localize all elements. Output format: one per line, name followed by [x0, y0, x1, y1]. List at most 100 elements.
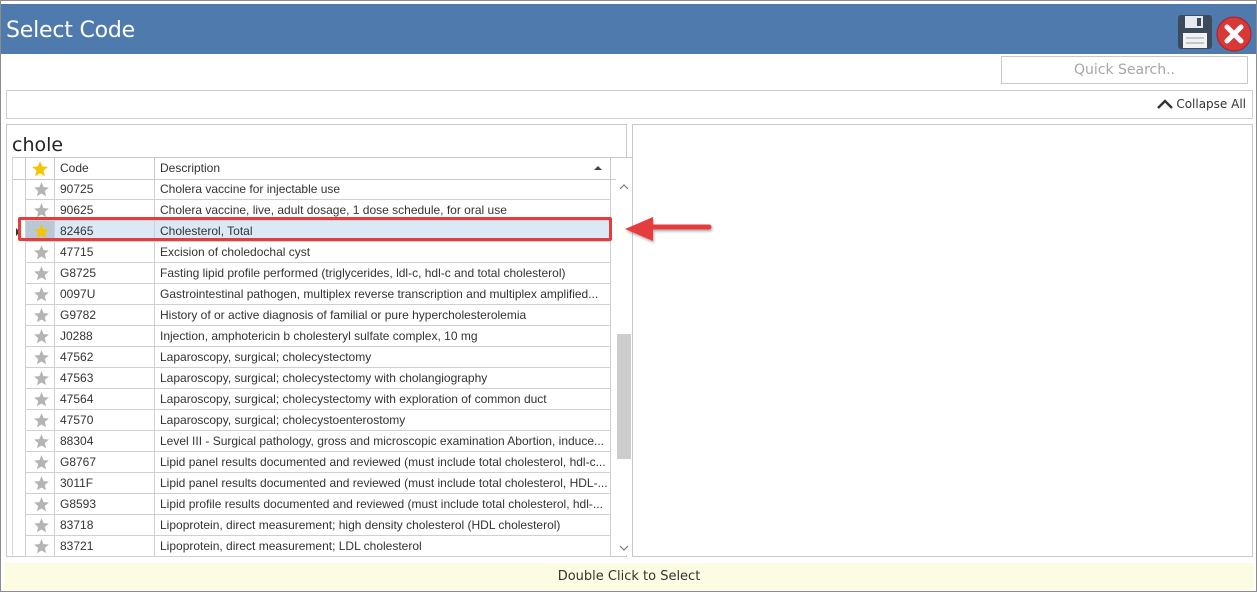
star-icon — [34, 329, 49, 344]
code-cell: G8593 — [55, 494, 155, 515]
sort-ascending-icon — [594, 166, 602, 170]
favorite-toggle[interactable] — [25, 473, 55, 494]
collapse-all-button[interactable]: Collapse All — [1156, 97, 1246, 111]
table-row[interactable]: 3011F Lipid panel results documented and … — [13, 473, 611, 494]
favorite-toggle[interactable] — [25, 221, 55, 242]
description-cell: Excision of choledochal cyst — [155, 242, 611, 263]
table-row[interactable]: 83721 Lipoprotein, direct measurement; LD… — [13, 536, 611, 557]
close-button[interactable] — [1216, 16, 1252, 52]
grid-header: Code Description — [13, 157, 633, 180]
favorite-toggle[interactable] — [25, 326, 55, 347]
favorite-toggle[interactable] — [25, 263, 55, 284]
description-cell: Lipoprotein, direct measurement; LDL cho… — [155, 536, 611, 557]
description-cell: Lipoprotein, direct measurement; high de… — [155, 515, 611, 536]
favorite-toggle[interactable] — [25, 410, 55, 431]
table-row[interactable]: 88304 Level III - Surgical pathology, gro… — [13, 431, 611, 452]
row-indicator — [13, 179, 25, 200]
row-indicator — [13, 263, 25, 284]
code-cell: 47570 — [55, 410, 155, 431]
description-column-header[interactable]: Description — [155, 158, 611, 179]
favorite-column-header[interactable] — [25, 158, 55, 179]
table-row[interactable]: 82465 Cholesterol, Total — [13, 221, 611, 242]
favorite-toggle[interactable] — [25, 536, 55, 557]
description-cell: Fasting lipid profile performed (triglyc… — [155, 263, 611, 284]
favorite-toggle[interactable] — [25, 179, 55, 200]
favorite-toggle[interactable] — [25, 242, 55, 263]
star-icon — [34, 203, 49, 218]
favorite-toggle[interactable] — [25, 347, 55, 368]
code-list-panel: chole Code Description 90725 Cholera vacc… — [6, 124, 633, 557]
favorite-toggle[interactable] — [25, 431, 55, 452]
star-icon — [34, 497, 49, 512]
row-indicator — [13, 242, 25, 263]
codes-grid: Code Description 90725 Cholera vaccine fo… — [12, 157, 633, 557]
star-icon — [34, 476, 49, 491]
star-icon — [34, 350, 49, 365]
scroll-down-arrow-icon[interactable] — [616, 541, 632, 555]
row-indicator — [13, 431, 25, 452]
description-cell: Gastrointestinal pathogen, multiplex rev… — [155, 284, 611, 305]
code-cell: 82465 — [55, 221, 155, 242]
red-x-close-icon — [1216, 16, 1252, 52]
window-title: Select Code — [6, 18, 135, 43]
code-cell: 3011F — [55, 473, 155, 494]
row-indicator — [13, 494, 25, 515]
star-icon — [34, 287, 49, 302]
code-cell: G8767 — [55, 452, 155, 473]
floppy-disk-icon — [1178, 15, 1212, 49]
table-row[interactable]: G8767 Lipid panel results documented and … — [13, 452, 611, 473]
table-row[interactable]: 47715 Excision of choledochal cyst — [13, 242, 611, 263]
table-row[interactable]: G9782 History of or active diagnosis of f… — [13, 305, 611, 326]
code-cell: J0288 — [55, 326, 155, 347]
code-cell: 90625 — [55, 200, 155, 221]
code-column-header[interactable]: Code — [55, 158, 155, 179]
favorite-toggle[interactable] — [25, 368, 55, 389]
table-row[interactable]: 47570 Laparoscopy, surgical; cholecystoen… — [13, 410, 611, 431]
filter-text[interactable]: chole — [12, 134, 63, 156]
table-row[interactable]: G8725 Fasting lipid profile performed (tr… — [13, 263, 611, 284]
description-cell: Lipid profile results documented and rev… — [155, 494, 611, 515]
row-indicator — [13, 368, 25, 389]
current-row-arrow-icon — [16, 228, 20, 236]
favorite-toggle[interactable] — [25, 389, 55, 410]
description-cell: Laparoscopy, surgical; cholecystectomy — [155, 347, 611, 368]
code-cell: 47564 — [55, 389, 155, 410]
save-button[interactable] — [1177, 14, 1213, 50]
table-row[interactable]: 90725 Cholera vaccine for injectable use — [13, 179, 611, 200]
star-icon — [34, 245, 49, 260]
row-indicator — [13, 326, 25, 347]
table-row[interactable]: 90625 Cholera vaccine, live, adult dosage… — [13, 200, 611, 221]
description-cell: Laparoscopy, surgical; cholecystectomy w… — [155, 368, 611, 389]
table-row[interactable]: 47562 Laparoscopy, surgical; cholecystect… — [13, 347, 611, 368]
row-indicator — [13, 452, 25, 473]
favorite-toggle[interactable] — [25, 494, 55, 515]
annotation-arrow-icon — [625, 217, 712, 241]
table-row[interactable]: J0288 Injection, amphotericin b cholester… — [13, 326, 611, 347]
table-row[interactable]: 0097U Gastrointestinal pathogen, multiple… — [13, 284, 611, 305]
description-cell: Cholera vaccine, live, adult dosage, 1 d… — [155, 200, 611, 221]
scroll-up-arrow-icon[interactable] — [616, 180, 632, 194]
scrollbar-thumb[interactable] — [617, 334, 631, 459]
description-cell: Laparoscopy, surgical; cholecystoenteros… — [155, 410, 611, 431]
favorite-toggle[interactable] — [25, 284, 55, 305]
star-icon — [34, 308, 49, 323]
favorite-toggle[interactable] — [25, 452, 55, 473]
favorite-toggle[interactable] — [25, 515, 55, 536]
status-footer: Double Click to Select — [4, 563, 1254, 590]
table-row[interactable]: G8593 Lipid profile results documented an… — [13, 494, 611, 515]
quick-search-input[interactable] — [1001, 56, 1248, 84]
code-cell: 0097U — [55, 284, 155, 305]
table-row[interactable]: 47564 Laparoscopy, surgical; cholecystect… — [13, 389, 611, 410]
favorite-toggle[interactable] — [25, 305, 55, 326]
code-cell: 47562 — [55, 347, 155, 368]
code-cell: 47715 — [55, 242, 155, 263]
title-bar: Select Code — [1, 4, 1256, 54]
row-indicator — [13, 473, 25, 494]
code-cell: G9782 — [55, 305, 155, 326]
table-row[interactable]: 83718 Lipoprotein, direct measurement; hi… — [13, 515, 611, 536]
row-indicator — [13, 200, 25, 221]
favorite-toggle[interactable] — [25, 200, 55, 221]
table-row[interactable]: 47563 Laparoscopy, surgical; cholecystect… — [13, 368, 611, 389]
chevron-up-icon — [1157, 99, 1174, 109]
star-icon — [34, 455, 49, 470]
